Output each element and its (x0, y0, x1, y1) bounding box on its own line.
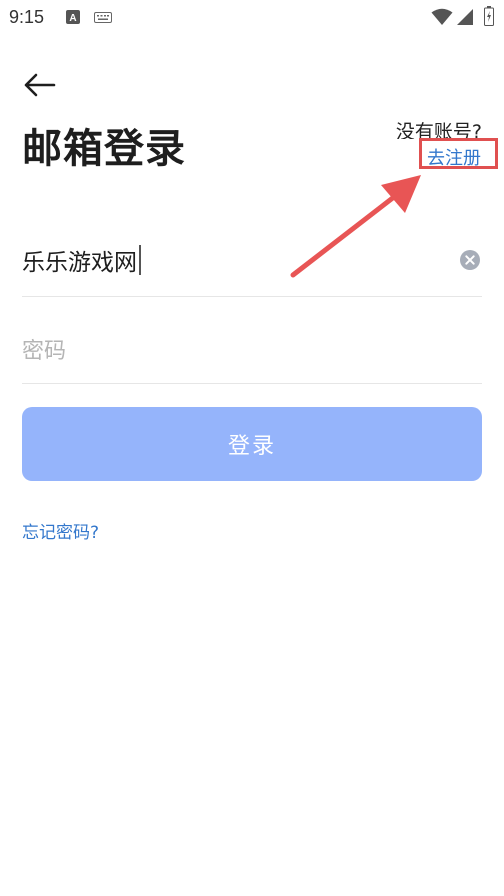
no-account-text: 没有账号? (395, 121, 482, 139)
password-input[interactable]: 密码 (22, 333, 462, 365)
email-input-value: 乐乐游戏网 (22, 250, 137, 276)
text-caret (139, 245, 141, 275)
svg-text:A: A (69, 13, 76, 24)
forgot-password-link[interactable]: 忘记密码? (22, 518, 99, 543)
a-notification-icon: A (66, 10, 80, 24)
password-divider (22, 383, 482, 384)
status-bar: 9:15 A (0, 0, 504, 36)
battery-icon (484, 6, 494, 26)
signal-icon (457, 9, 473, 25)
password-placeholder: 密码 (22, 339, 67, 364)
clear-circle-icon[interactable] (460, 250, 480, 270)
wifi-icon (431, 8, 453, 25)
status-time: 9:15 (9, 7, 45, 27)
register-link[interactable]: 去注册 (427, 144, 481, 170)
email-input[interactable]: 乐乐游戏网 (22, 240, 442, 280)
email-divider (22, 296, 482, 297)
keyboard-icon (94, 12, 112, 23)
page-title: 邮箱登录 (22, 126, 186, 172)
login-button[interactable]: 登录 (22, 407, 482, 481)
arrow-left-icon[interactable] (22, 70, 56, 100)
